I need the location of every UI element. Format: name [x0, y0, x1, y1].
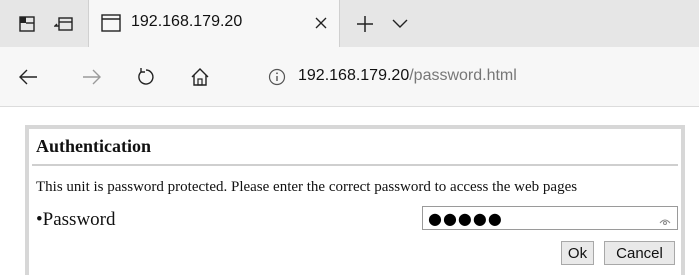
panel-description: This unit is password protected. Please … — [36, 179, 578, 195]
password-label: •Password — [36, 209, 116, 230]
plus-icon[interactable] — [350, 0, 380, 47]
tab-strip: 192.168.179.20 — [0, 0, 699, 47]
password-field[interactable]: ●●●●● — [422, 206, 678, 230]
eye-icon[interactable] — [659, 213, 671, 231]
navigation-bar: 192.168.179.20/password.html — [0, 47, 699, 107]
forward-arrow-icon[interactable] — [72, 47, 112, 106]
url-text: 192.168.179.20/password.html — [298, 67, 517, 85]
ok-button[interactable]: Ok — [561, 241, 594, 265]
panel-title: Authentication — [36, 136, 152, 156]
cancel-button[interactable]: Cancel — [604, 241, 675, 265]
close-icon[interactable] — [311, 12, 331, 34]
back-arrow-icon[interactable] — [8, 47, 48, 106]
home-icon[interactable] — [180, 47, 220, 106]
password-value: ●●●●● — [428, 209, 503, 228]
tab-title: 192.168.179.20 — [131, 13, 243, 30]
divider — [32, 164, 678, 166]
refresh-icon[interactable] — [126, 47, 166, 106]
url-host: 192.168.179.20 — [298, 67, 410, 84]
info-icon[interactable] — [268, 68, 286, 91]
authentication-panel: Authentication This unit is password pro… — [25, 125, 685, 275]
page-icon — [101, 14, 121, 37]
chevron-down-icon[interactable] — [388, 0, 412, 47]
address-bar[interactable]: 192.168.179.20/password.html — [262, 61, 699, 93]
url-path: /password.html — [409, 67, 517, 84]
tab-actions-icon[interactable] — [14, 0, 40, 47]
set-aside-tabs-icon[interactable] — [50, 0, 78, 47]
active-tab[interactable]: 192.168.179.20 — [88, 0, 340, 47]
